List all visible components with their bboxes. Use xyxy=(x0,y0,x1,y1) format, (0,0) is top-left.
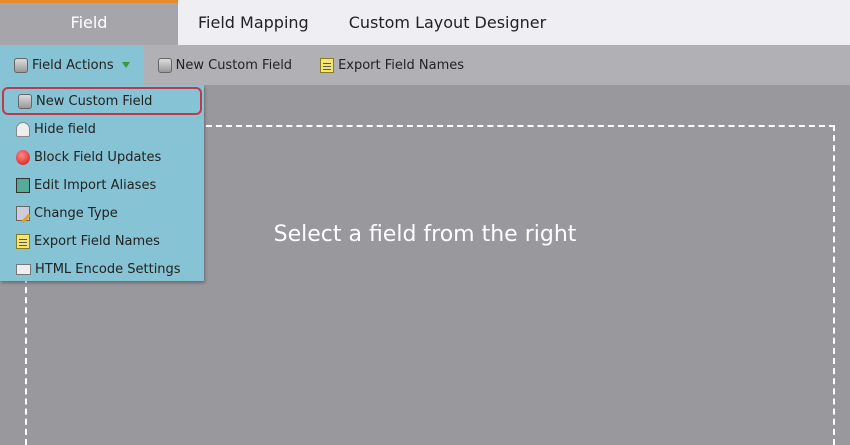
menu-item-block-field-updates[interactable]: Block Field Updates xyxy=(0,143,204,171)
chevron-down-icon xyxy=(121,62,130,68)
card-icon xyxy=(16,263,31,275)
menu-item-label: New Custom Field xyxy=(36,93,153,109)
tab-custom-layout-designer[interactable]: Custom Layout Designer xyxy=(329,0,567,45)
database-icon xyxy=(18,93,32,109)
menu-item-hide-field[interactable]: Hide field xyxy=(0,115,204,143)
field-actions-button[interactable]: Field Actions xyxy=(0,45,144,85)
menu-item-export-field-names[interactable]: Export Field Names xyxy=(0,227,204,255)
menu-item-label: Export Field Names xyxy=(34,233,160,249)
menu-item-edit-import-aliases[interactable]: Edit Import Aliases xyxy=(0,171,204,199)
menu-item-new-custom-field[interactable]: New Custom Field xyxy=(2,87,202,115)
menu-item-label: Block Field Updates xyxy=(34,149,162,165)
sheet-icon xyxy=(320,57,335,73)
new-custom-field-label: New Custom Field xyxy=(175,57,293,73)
database-icon xyxy=(157,57,172,73)
database-icon xyxy=(14,57,28,73)
export-field-names-button[interactable]: Export Field Names xyxy=(306,45,478,85)
tab-field-management[interactable]: Field Management xyxy=(0,0,178,72)
field-actions-menu: New Custom Field Hide field Block Field … xyxy=(0,85,204,281)
menu-item-label: Edit Import Aliases xyxy=(34,177,157,193)
menu-item-change-type[interactable]: Change Type xyxy=(0,199,204,227)
toolbar: Field Actions New Custom Field Export Fi… xyxy=(0,45,850,85)
export-field-names-label: Export Field Names xyxy=(338,57,465,73)
field-actions-label: Field Actions xyxy=(32,57,114,73)
menu-item-html-encode-settings[interactable]: HTML Encode Settings xyxy=(0,255,204,283)
pencil-icon xyxy=(16,205,30,221)
import-aliases-icon xyxy=(16,177,30,193)
new-custom-field-button[interactable]: New Custom Field xyxy=(144,45,306,85)
menu-item-label: HTML Encode Settings xyxy=(35,261,181,277)
menu-item-label: Hide field xyxy=(34,121,96,137)
tab-field-mapping[interactable]: Field Mapping xyxy=(178,0,329,45)
red-circle-icon xyxy=(16,149,30,165)
ghost-icon xyxy=(16,121,30,137)
menu-item-label: Change Type xyxy=(34,205,118,221)
tab-bar: Field Management Field Mapping Custom La… xyxy=(0,0,850,72)
sheet-icon xyxy=(16,233,30,249)
